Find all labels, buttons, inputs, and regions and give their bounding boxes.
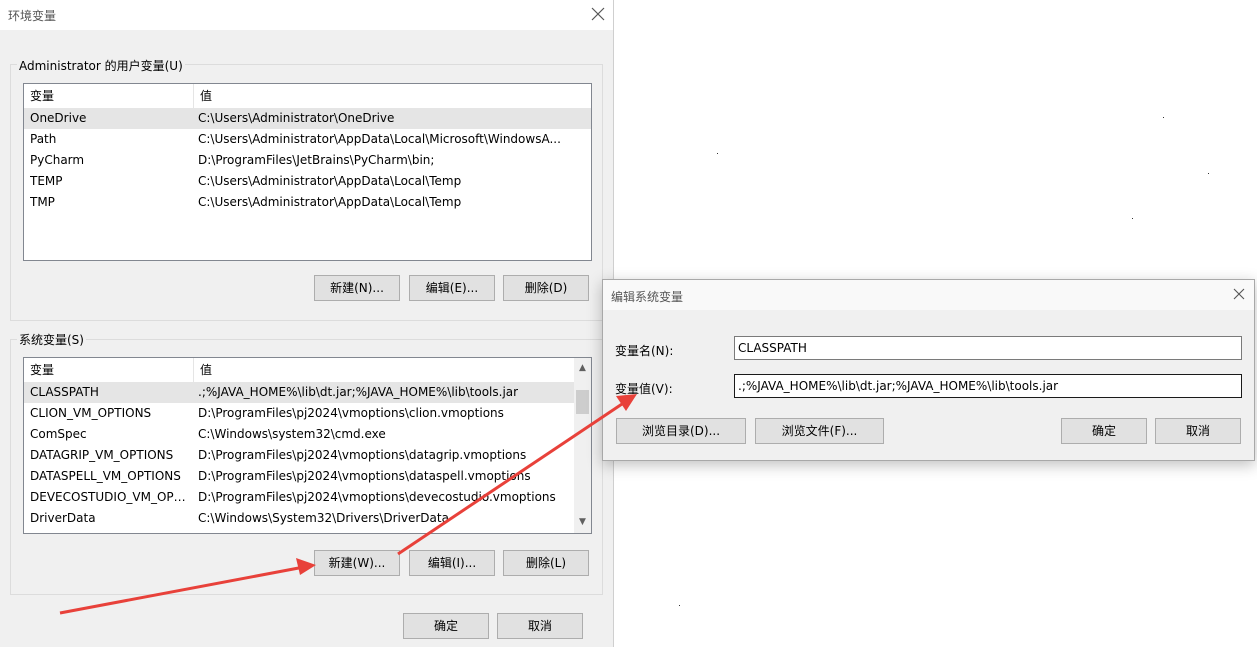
environment-variables-window: 环境变量 Administrator 的用户变量(U) 变量 值 OneDriv… bbox=[0, 0, 614, 647]
list-header: 变量 值 bbox=[24, 84, 591, 108]
user-variables-list[interactable]: 变量 值 OneDrive C:\Users\Administrator\OneD… bbox=[23, 83, 592, 261]
variable-value-cell: C:\Windows\System32\Drivers\DriverData bbox=[198, 511, 449, 525]
variable-value-cell: D:\ProgramFiles\pj2024\vmoptions\dataspe… bbox=[198, 469, 531, 483]
system-variables-rows: CLASSPATH .;%JAVA_HOME%\lib\dt.jar;%JAVA_… bbox=[24, 382, 574, 529]
edit-system-variable-dialog: 编辑系统变量 变量名(N): CLASSPATH 变量值(V): .;%JAVA… bbox=[602, 279, 1255, 461]
browse-directory-button[interactable]: 浏览目录(D)... bbox=[616, 418, 746, 444]
variable-value-field[interactable]: .;%JAVA_HOME%\lib\dt.jar;%JAVA_HOME%\lib… bbox=[734, 374, 1242, 398]
variable-name-cell: DEVECOSTUDIO_VM_OPT... bbox=[30, 490, 190, 504]
table-row[interactable]: DEVECOSTUDIO_VM_OPT... D:\ProgramFiles\pj… bbox=[24, 487, 574, 508]
dialog-ok-button[interactable]: 确定 bbox=[1061, 418, 1147, 444]
browse-file-button[interactable]: 浏览文件(F)... bbox=[755, 418, 884, 444]
window-title: 环境变量 bbox=[8, 9, 57, 23]
table-row[interactable]: DriverData C:\Windows\System32\Drivers\Dr… bbox=[24, 508, 574, 529]
table-row[interactable]: Path C:\Users\Administrator\AppData\Local… bbox=[24, 129, 591, 150]
column-header-value[interactable]: 值 bbox=[193, 84, 571, 108]
variable-value-cell: D:\ProgramFiles\JetBrains\PyCharm\bin; bbox=[198, 153, 435, 167]
table-row[interactable]: PyCharm D:\ProgramFiles\JetBrains\PyCharm… bbox=[24, 150, 591, 171]
variable-value-cell: D:\ProgramFiles\pj2024\vmoptions\datagri… bbox=[198, 448, 527, 462]
system-list-scrollbar[interactable]: ▲ ▼ bbox=[574, 358, 591, 533]
system-edit-button[interactable]: 编辑(I)... bbox=[409, 550, 495, 576]
variable-value-cell: C:\Windows\system32\cmd.exe bbox=[198, 427, 386, 441]
variable-name-cell: CLION_VM_OPTIONS bbox=[30, 406, 152, 420]
table-row[interactable]: DATAGRIP_VM_OPTIONS D:\ProgramFiles\pj202… bbox=[24, 445, 574, 466]
column-header-variable[interactable]: 变量 bbox=[24, 84, 193, 108]
title-bar: 环境变量 bbox=[0, 0, 613, 30]
close-icon[interactable] bbox=[1233, 288, 1249, 304]
variable-name-cell: OneDrive bbox=[30, 111, 87, 125]
dialog-cancel-button[interactable]: 取消 bbox=[1155, 418, 1241, 444]
close-icon[interactable] bbox=[591, 7, 607, 23]
variable-value-cell: C:\Users\Administrator\AppData\Local\Tem… bbox=[198, 195, 462, 209]
variable-name-cell: CLASSPATH bbox=[30, 385, 99, 399]
variable-name-cell: Path bbox=[30, 132, 57, 146]
dialog-title: 编辑系统变量 bbox=[611, 290, 684, 304]
table-row[interactable]: TMP C:\Users\Administrator\AppData\Local\… bbox=[24, 192, 591, 213]
user-delete-button[interactable]: 删除(D) bbox=[503, 275, 589, 301]
variable-value-cell: C:\Users\Administrator\AppData\Local\Mic… bbox=[198, 132, 561, 146]
ok-button[interactable]: 确定 bbox=[403, 613, 489, 639]
table-row[interactable]: CLASSPATH .;%JAVA_HOME%\lib\dt.jar;%JAVA_… bbox=[24, 382, 574, 403]
user-new-button[interactable]: 新建(N)... bbox=[314, 275, 400, 301]
scroll-up-arrow-icon[interactable]: ▲ bbox=[574, 360, 591, 377]
table-row[interactable]: DATASPELL_VM_OPTIONS D:\ProgramFiles\pj20… bbox=[24, 466, 574, 487]
column-header-variable[interactable]: 变量 bbox=[24, 358, 193, 382]
column-header-value[interactable]: 值 bbox=[193, 358, 573, 382]
variable-value-cell: .;%JAVA_HOME%\lib\dt.jar;%JAVA_HOME%\lib… bbox=[198, 385, 519, 399]
variable-name-label: 变量名(N): bbox=[615, 344, 674, 358]
background-speck bbox=[1132, 218, 1133, 219]
variable-value-cell: D:\ProgramFiles\pj2024\vmoptions\devecos… bbox=[198, 490, 556, 504]
table-row[interactable]: TEMP C:\Users\Administrator\AppData\Local… bbox=[24, 171, 591, 192]
scrollbar-thumb[interactable] bbox=[576, 390, 589, 414]
variable-name-cell: ComSpec bbox=[30, 427, 87, 441]
variable-name-cell: TMP bbox=[30, 195, 55, 209]
user-edit-button[interactable]: 编辑(E)... bbox=[409, 275, 495, 301]
background-speck bbox=[1163, 117, 1164, 118]
variable-name-cell: DATASPELL_VM_OPTIONS bbox=[30, 469, 181, 483]
background-speck bbox=[717, 153, 718, 154]
variable-name-cell: DriverData bbox=[30, 511, 96, 525]
system-new-button[interactable]: 新建(W)... bbox=[314, 550, 400, 576]
system-variables-list[interactable]: 变量 值 CLASSPATH .;%JAVA_HOME%\lib\dt.jar;%… bbox=[23, 357, 592, 534]
system-variables-label: 系统变量(S) bbox=[17, 331, 86, 348]
variable-value-label: 变量值(V): bbox=[615, 382, 673, 396]
user-variables-label: Administrator 的用户变量(U) bbox=[17, 57, 185, 74]
variable-value-cell: C:\Users\Administrator\OneDrive bbox=[198, 111, 395, 125]
variable-name-cell: TEMP bbox=[30, 174, 63, 188]
variable-value-cell: C:\Users\Administrator\AppData\Local\Tem… bbox=[198, 174, 462, 188]
variable-name-cell: PyCharm bbox=[30, 153, 85, 167]
table-row[interactable]: ComSpec C:\Windows\system32\cmd.exe bbox=[24, 424, 574, 445]
dialog-title-bar: 编辑系统变量 bbox=[603, 280, 1254, 310]
cancel-button[interactable]: 取消 bbox=[497, 613, 583, 639]
background-speck bbox=[679, 605, 680, 606]
variable-value-cell: D:\ProgramFiles\pj2024\vmoptions\clion.v… bbox=[198, 406, 504, 420]
user-variables-rows: OneDrive C:\Users\Administrator\OneDrive P… bbox=[24, 108, 591, 213]
system-delete-button[interactable]: 删除(L) bbox=[503, 550, 589, 576]
variable-name-field[interactable]: CLASSPATH bbox=[734, 336, 1242, 360]
scroll-down-arrow-icon[interactable]: ▼ bbox=[574, 514, 591, 531]
variable-name-cell: DATAGRIP_VM_OPTIONS bbox=[30, 448, 174, 462]
background-speck bbox=[1208, 173, 1209, 174]
table-row[interactable]: CLION_VM_OPTIONS D:\ProgramFiles\pj2024\v… bbox=[24, 403, 574, 424]
list-header: 变量 值 bbox=[24, 358, 574, 382]
table-row[interactable]: OneDrive C:\Users\Administrator\OneDrive bbox=[24, 108, 591, 129]
